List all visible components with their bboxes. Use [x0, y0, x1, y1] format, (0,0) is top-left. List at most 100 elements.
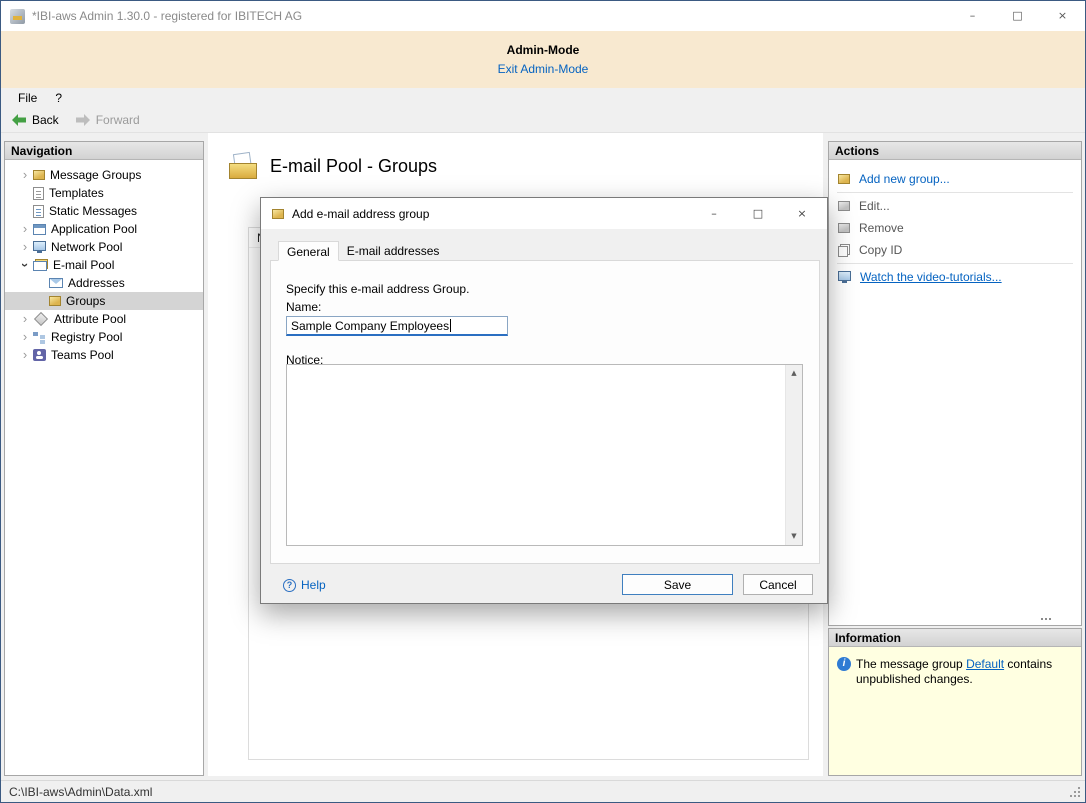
chevron-right-icon[interactable]: ›	[17, 240, 33, 254]
dialog-minimize-button[interactable]: –	[692, 198, 736, 229]
forward-arrow-icon	[75, 113, 91, 127]
actions-panel-header: Actions	[829, 142, 1081, 160]
sidebar-item-label: Teams Pool	[51, 348, 114, 362]
email-pool-groups-icon	[229, 153, 257, 179]
message-groups-icon	[33, 170, 45, 180]
sidebar-item-network-pool[interactable]: › Network Pool	[5, 238, 203, 256]
navigation-tree: › Message Groups Templates Static Messag…	[5, 160, 203, 364]
action-label: Add new group...	[859, 172, 950, 186]
add-email-group-dialog: Add e-mail address group – □ × General E…	[260, 197, 828, 604]
admin-mode-title: Admin-Mode	[1, 31, 1085, 57]
network-pool-icon	[33, 241, 46, 251]
minimize-button[interactable]: –	[950, 1, 995, 31]
actions-panel: Actions Add new group... Edit... Remove …	[828, 141, 1082, 626]
sidebar-item-registry-pool[interactable]: › Registry Pool	[5, 328, 203, 346]
templates-icon	[33, 187, 44, 200]
attribute-pool-icon	[34, 312, 48, 326]
menu-bar: File ?	[1, 88, 1085, 108]
sidebar-item-label: Network Pool	[51, 240, 122, 254]
chevron-right-icon[interactable]: ›	[17, 222, 33, 236]
groups-icon	[49, 296, 61, 306]
info-message: The message group Default contains unpub…	[856, 657, 1073, 687]
resize-grip[interactable]	[1069, 786, 1082, 799]
chevron-down-icon[interactable]: ›	[18, 257, 32, 273]
cancel-button[interactable]: Cancel	[743, 574, 813, 595]
email-pool-icon	[33, 259, 48, 271]
action-label: Edit...	[859, 199, 890, 213]
scroll-up-button[interactable]: ▲	[786, 365, 802, 382]
sidebar-item-groups[interactable]: Groups	[5, 292, 203, 310]
page-title-row: E-mail Pool - Groups	[229, 153, 437, 179]
dialog-title: Add e-mail address group	[292, 207, 429, 221]
sidebar-item-label: Static Messages	[49, 204, 137, 218]
sidebar-item-label: Application Pool	[51, 222, 137, 236]
vertical-scrollbar[interactable]: ▲ ▼	[785, 365, 802, 545]
back-label: Back	[32, 113, 59, 127]
dialog-close-button[interactable]: ×	[780, 198, 824, 229]
navigation-panel: Navigation › Message Groups Templates St…	[4, 141, 204, 776]
default-group-link[interactable]: Default	[966, 657, 1004, 671]
chevron-right-icon[interactable]: ›	[17, 312, 33, 326]
window-title: *IBI-aws Admin 1.30.0 - registered for I…	[32, 9, 302, 23]
registry-pool-icon	[33, 331, 46, 344]
chevron-right-icon[interactable]: ›	[17, 330, 33, 344]
close-button[interactable]: ×	[1040, 1, 1085, 31]
sidebar-item-message-groups[interactable]: › Message Groups	[5, 166, 203, 184]
action-add-new-group[interactable]: Add new group...	[829, 168, 1081, 190]
sidebar-item-label: Templates	[49, 186, 104, 200]
action-watch-tutorials[interactable]: Watch the video-tutorials...	[829, 266, 1081, 288]
sidebar-item-label: Attribute Pool	[54, 312, 126, 326]
maximize-button[interactable]: □	[995, 1, 1040, 31]
group-name-value: Sample Company Employees	[291, 319, 449, 333]
edit-icon	[838, 201, 850, 211]
scroll-down-button[interactable]: ▼	[786, 528, 802, 545]
back-button[interactable]: Back	[11, 113, 59, 127]
dialog-description: Specify this e-mail address Group.	[286, 282, 469, 296]
app-icon	[10, 9, 25, 24]
action-edit[interactable]: Edit...	[829, 195, 1081, 217]
add-group-icon	[838, 174, 850, 184]
status-file-path: C:\IBI-aws\Admin\Data.xml	[9, 785, 152, 799]
sidebar-item-templates[interactable]: Templates	[5, 184, 203, 202]
dialog-maximize-button[interactable]: □	[736, 198, 780, 229]
sidebar-item-label: Addresses	[68, 276, 125, 290]
sidebar-item-email-pool[interactable]: › E-mail Pool	[5, 256, 203, 274]
sidebar-item-teams-pool[interactable]: › Teams Pool	[5, 346, 203, 364]
action-copy-id[interactable]: Copy ID	[829, 239, 1081, 261]
forward-button[interactable]: Forward	[75, 113, 140, 127]
separator	[837, 263, 1073, 264]
navigation-panel-header: Navigation	[5, 142, 203, 160]
action-label: Watch the video-tutorials...	[860, 270, 1002, 284]
sidebar-item-label: Registry Pool	[51, 330, 122, 344]
chevron-right-icon[interactable]: ›	[17, 168, 33, 182]
action-label: Copy ID	[859, 243, 902, 257]
menu-help[interactable]: ?	[46, 89, 71, 107]
save-button[interactable]: Save	[622, 574, 733, 595]
tab-email-addresses[interactable]: E-mail addresses	[339, 241, 448, 261]
menu-file[interactable]: File	[9, 89, 46, 107]
forward-label: Forward	[96, 113, 140, 127]
application-pool-icon	[33, 224, 46, 235]
action-remove[interactable]: Remove	[829, 217, 1081, 239]
sidebar-item-label: E-mail Pool	[53, 258, 114, 272]
sidebar-item-application-pool[interactable]: › Application Pool	[5, 220, 203, 238]
tab-general[interactable]: General	[278, 241, 339, 261]
teams-pool-icon	[33, 349, 46, 361]
remove-icon	[838, 223, 850, 233]
exit-admin-mode-link[interactable]: Exit Admin-Mode	[498, 62, 589, 76]
static-messages-icon	[33, 205, 44, 218]
sidebar-item-static-messages[interactable]: Static Messages	[5, 202, 203, 220]
status-bar: C:\IBI-aws\Admin\Data.xml	[1, 780, 1085, 802]
help-link[interactable]: ? Help	[283, 578, 326, 592]
group-name-input[interactable]: Sample Company Employees	[286, 316, 508, 336]
info-icon: i	[837, 657, 851, 671]
chevron-right-icon[interactable]: ›	[17, 348, 33, 362]
sidebar-item-addresses[interactable]: Addresses	[5, 274, 203, 292]
splitter-grip[interactable]	[1041, 617, 1055, 621]
tab-page-general: Specify this e-mail address Group. Name:…	[270, 260, 820, 564]
app-window: *IBI-aws Admin 1.30.0 - registered for I…	[0, 0, 1086, 803]
notice-textarea[interactable]: ▲ ▼	[286, 364, 803, 546]
page-title: E-mail Pool - Groups	[270, 156, 437, 177]
sidebar-item-attribute-pool[interactable]: › Attribute Pool	[5, 310, 203, 328]
info-text-before: The message group	[856, 657, 966, 671]
